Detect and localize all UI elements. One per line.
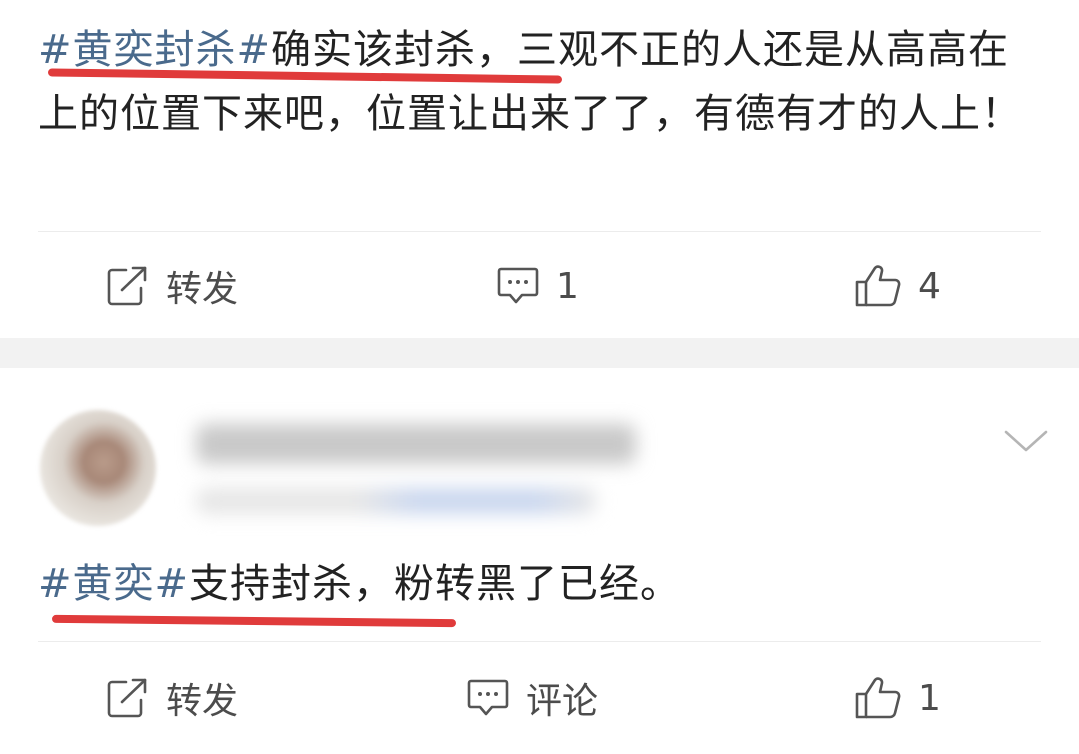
- post-text: #黄奕#支持封杀，粉转黑了已经。: [38, 554, 1048, 614]
- post-card-2: #黄奕#支持封杀，粉转黑了已经。 转发 评论 1: [0, 368, 1079, 754]
- hashtag-link[interactable]: #黄奕#: [38, 561, 189, 607]
- action-bar: 转发 评论 1: [0, 658, 1079, 738]
- post-body: 支持封杀，粉转黑了已经。: [189, 561, 682, 607]
- thumbs-up-icon: [855, 265, 901, 307]
- like-button[interactable]: 1: [854, 674, 941, 722]
- like-count: 1: [918, 677, 941, 719]
- username-blurred: [196, 424, 636, 464]
- comment-icon: [467, 679, 509, 716]
- feed-separator: [0, 338, 1079, 368]
- comment-button[interactable]: 1: [496, 262, 579, 310]
- like-button[interactable]: 4: [854, 262, 941, 310]
- action-bar: 转发 1 4: [0, 246, 1079, 326]
- post-meta-blurred: [196, 488, 596, 514]
- chevron-down-icon[interactable]: [1002, 426, 1050, 456]
- divider: [38, 641, 1041, 642]
- repost-icon: [107, 678, 147, 718]
- red-underline-annotation: [51, 614, 457, 628]
- repost-button[interactable]: 转发: [106, 262, 238, 310]
- comment-button[interactable]: 评论: [466, 674, 598, 722]
- hashtag-link[interactable]: #黄奕封杀#: [38, 27, 271, 73]
- repost-label: 转发: [166, 269, 239, 310]
- comment-icon: [497, 267, 539, 304]
- comment-label: 评论: [526, 681, 599, 722]
- repost-button[interactable]: 转发: [106, 674, 238, 722]
- divider: [38, 231, 1041, 232]
- post-card-1: #黄奕封杀#确实该封杀，三观不正的人还是从高高在上的位置下来吧，位置让出来了了，…: [0, 0, 1079, 338]
- repost-label: 转发: [166, 681, 239, 722]
- like-count: 4: [918, 265, 941, 307]
- avatar[interactable]: [40, 410, 156, 526]
- thumbs-up-icon: [855, 677, 901, 719]
- comment-count: 1: [556, 265, 579, 307]
- repost-icon: [107, 266, 147, 306]
